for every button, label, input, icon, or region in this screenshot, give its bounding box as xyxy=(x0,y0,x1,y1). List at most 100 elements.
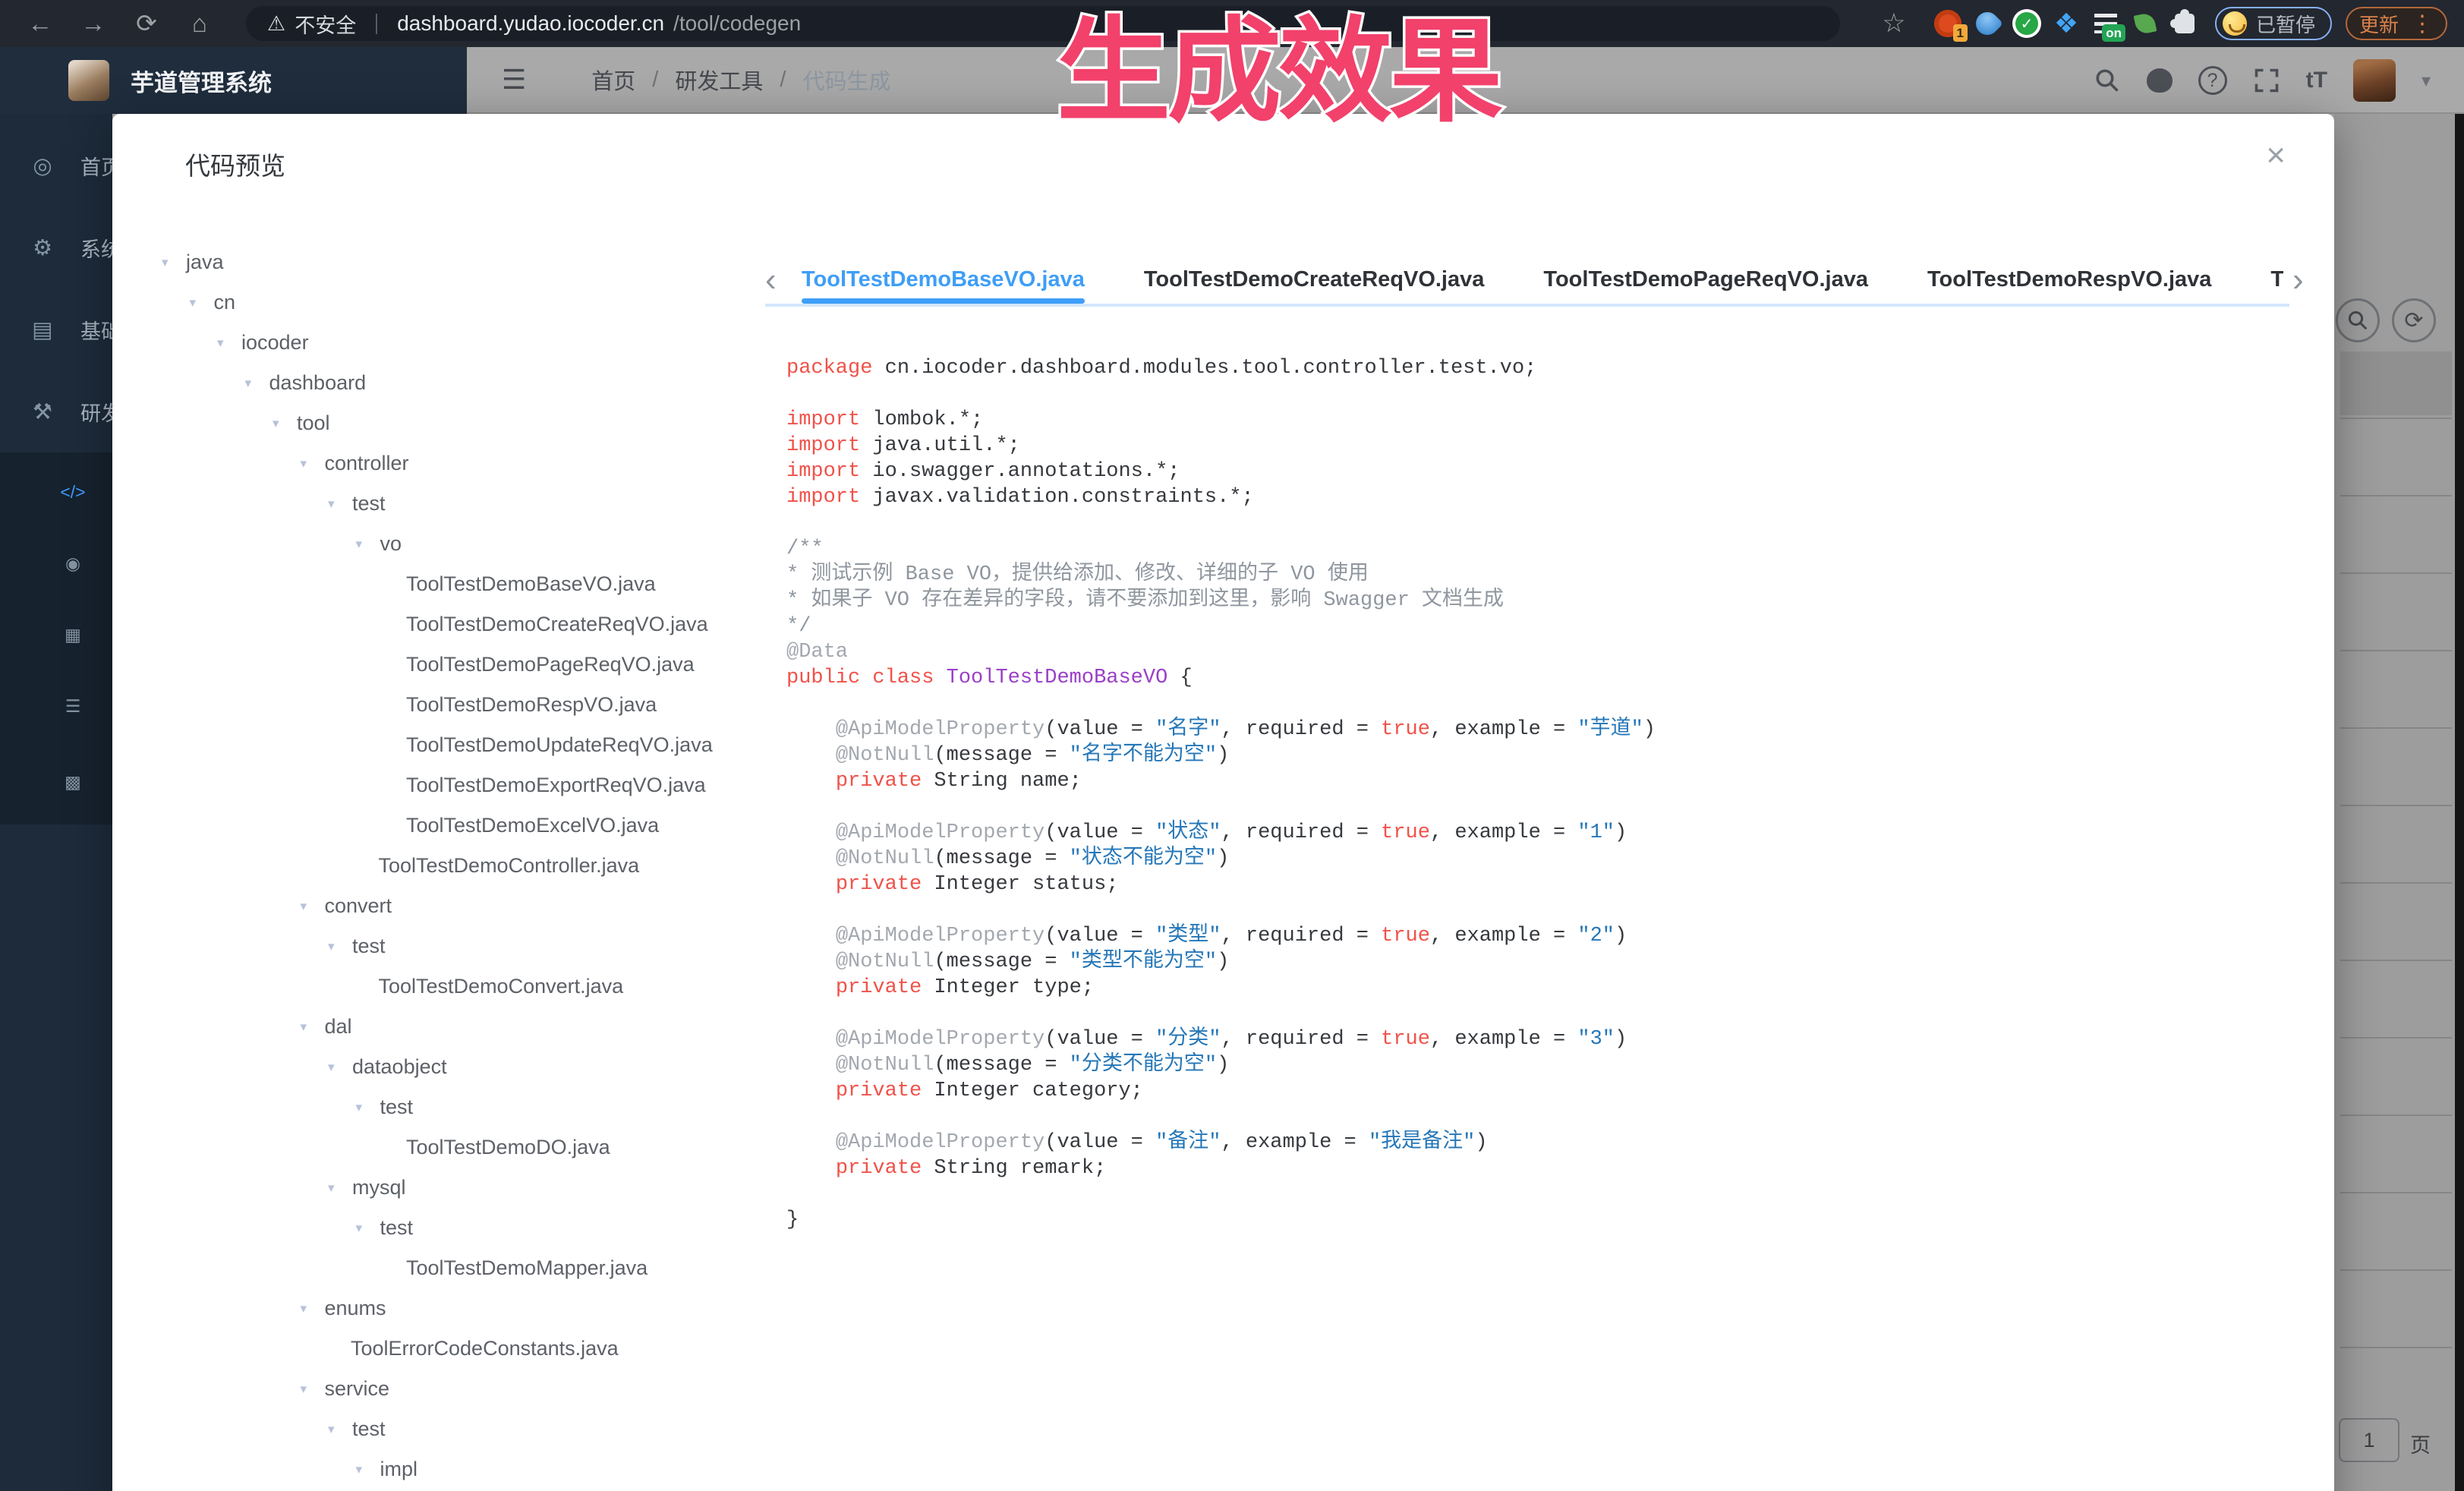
tree-file[interactable]: ToolErrorCodeConstants.java xyxy=(152,1329,797,1369)
tree-dir[interactable]: ▾tool xyxy=(152,403,797,443)
ubuntu-extension-icon[interactable]: 1 xyxy=(1931,7,1965,40)
tree-label: ToolTestDemoDO.java xyxy=(406,1136,610,1159)
diamond-extension-icon[interactable]: ❖ xyxy=(2050,7,2083,40)
caret-down-icon[interactable]: ▾ xyxy=(245,376,269,391)
user-avatar[interactable] xyxy=(2353,59,2396,102)
sidebar-item[interactable]: ⚙系统 xyxy=(0,217,112,278)
tree-file[interactable]: ToolTestDemoController.java xyxy=(152,846,797,886)
caret-down-icon[interactable]: ▾ xyxy=(356,1221,380,1236)
tree-dir[interactable]: ▾dataobject xyxy=(152,1047,797,1087)
sidebar-subitem[interactable]: ▩数 xyxy=(0,752,112,812)
browser-menu-icon[interactable]: ⋮ xyxy=(2411,11,2434,37)
tree-file[interactable]: ToolTestDemoExportReqVO.java xyxy=(152,765,797,805)
tree-file[interactable]: ToolTestDemoPageReqVO.java xyxy=(152,645,797,685)
caret-down-icon[interactable]: ▾ xyxy=(356,537,380,552)
close-icon[interactable]: × xyxy=(2266,137,2286,175)
tabs-prev-icon[interactable]: ‹ xyxy=(765,261,777,299)
github-icon[interactable] xyxy=(2147,68,2173,93)
tree-file[interactable]: ToolTestDemoExcelVO.java xyxy=(152,805,797,846)
caret-down-icon[interactable]: ▾ xyxy=(217,336,241,351)
caret-down-icon[interactable]: ▾ xyxy=(301,1382,325,1397)
tree-file[interactable]: ToolTestDemoConvert.java xyxy=(152,966,797,1007)
tree-dir[interactable]: ▾controller xyxy=(152,443,797,484)
table-search-button[interactable] xyxy=(2336,298,2380,342)
security-label[interactable]: 不安全 xyxy=(295,9,356,39)
avatar-caret-icon[interactable]: ▾ xyxy=(2421,70,2431,92)
caret-down-icon[interactable]: ▾ xyxy=(328,1422,352,1437)
tree-dir[interactable]: ▾test xyxy=(152,926,797,966)
caret-down-icon[interactable]: ▾ xyxy=(301,1301,325,1316)
tree-dir[interactable]: ▾convert xyxy=(152,886,797,926)
tabs-next-icon[interactable]: › xyxy=(2292,261,2304,299)
caret-down-icon[interactable]: ▾ xyxy=(328,496,352,512)
tab-ToolTe[interactable]: ToolTe xyxy=(2270,255,2283,304)
tree-dir[interactable]: ▾dashboard xyxy=(152,363,797,403)
tab-ToolTestDemoBaseVO.java[interactable]: ToolTestDemoBaseVO.java xyxy=(802,255,1085,304)
fullscreen-icon[interactable] xyxy=(2253,67,2280,94)
tree-file[interactable]: ToolTestDemoBaseVO.java xyxy=(152,564,797,604)
tree-dir[interactable]: ▾service xyxy=(152,1369,797,1409)
caret-down-icon[interactable]: ▾ xyxy=(273,416,297,431)
tree-dir[interactable]: ▾iocoder xyxy=(152,323,797,363)
caret-down-icon[interactable]: ▾ xyxy=(301,1020,325,1035)
tree-dir[interactable]: ▾mysql xyxy=(152,1168,797,1208)
tree-dir[interactable]: ▾enums xyxy=(152,1288,797,1329)
tree-dir[interactable]: ▾java xyxy=(152,242,797,282)
sidebar-item[interactable]: ⚒研发 xyxy=(0,381,112,442)
caret-down-icon[interactable]: ▾ xyxy=(301,456,325,471)
font-size-icon[interactable]: tT xyxy=(2306,69,2327,92)
check-extension-icon[interactable]: ✓ xyxy=(2010,7,2043,40)
profile-paused-button[interactable]: 已暂停 xyxy=(2215,7,2332,40)
tree-file[interactable]: ToolTestDemoDO.java xyxy=(152,1127,797,1168)
help-icon[interactable]: ? xyxy=(2198,66,2227,95)
breadcrumb-item[interactable]: 研发工具 xyxy=(675,64,763,96)
tree-dir[interactable]: ▾dal xyxy=(152,1007,797,1047)
tab-ToolTestDemoPageReqVO.java[interactable]: ToolTestDemoPageReqVO.java xyxy=(1543,255,1868,304)
home-icon[interactable]: ⌂ xyxy=(176,0,223,47)
table-refresh-button[interactable]: ⟳ xyxy=(2392,298,2436,342)
tree-file[interactable]: ToolTestDemoMapper.java xyxy=(152,1248,797,1288)
drop-extension-icon[interactable] xyxy=(1971,7,2004,40)
caret-down-icon[interactable]: ▾ xyxy=(162,255,186,270)
sidebar-collapse-icon[interactable]: ☰ xyxy=(502,64,526,96)
tree-dir[interactable]: ▾test xyxy=(152,1409,797,1449)
address-bar[interactable]: ⚠ 不安全 dashboard.yudao.iocoder.cn /tool/c… xyxy=(246,6,1840,41)
leaf-extension-icon[interactable] xyxy=(2128,7,2162,40)
search-icon[interactable] xyxy=(2094,67,2121,94)
monitor-icon: ▤ xyxy=(26,317,59,343)
table-header-block xyxy=(2340,351,2452,415)
tree-dir[interactable]: ▾cn xyxy=(152,282,797,323)
tab-ToolTestDemoCreateReqVO.java[interactable]: ToolTestDemoCreateReqVO.java xyxy=(1144,255,1485,304)
tree-file[interactable]: ToolTestDemoRespVO.java xyxy=(152,685,797,725)
sidebar-subitem[interactable]: ▦表 xyxy=(0,604,112,665)
caret-down-icon[interactable]: ▾ xyxy=(356,1462,380,1477)
caret-down-icon[interactable]: ▾ xyxy=(356,1100,380,1115)
tree-dir[interactable]: ▾impl xyxy=(152,1449,797,1489)
caret-down-icon[interactable]: ▾ xyxy=(328,1060,352,1075)
extensions-puzzle-icon[interactable] xyxy=(2168,7,2201,40)
tree-file[interactable]: ToolTestDemoCreateReqVO.java xyxy=(152,604,797,645)
breadcrumb-item[interactable]: 首页 xyxy=(591,64,635,96)
back-icon[interactable]: ← xyxy=(17,0,64,47)
tree-dir[interactable]: ▾vo xyxy=(152,524,797,564)
tree-file[interactable]: ToolTestDemoUpdateReqVO.java xyxy=(152,725,797,765)
reload-icon[interactable]: ⟳ xyxy=(123,0,170,47)
tab-ToolTestDemoRespVO.java[interactable]: ToolTestDemoRespVO.java xyxy=(1927,255,2211,304)
forward-icon[interactable]: → xyxy=(70,0,117,47)
tree-dir[interactable]: ▾test xyxy=(152,484,797,524)
caret-down-icon[interactable]: ▾ xyxy=(328,1181,352,1196)
sidebar-subitem[interactable]: ◉代 xyxy=(0,533,112,594)
tree-dir[interactable]: ▾test xyxy=(152,1087,797,1127)
sidebar-item[interactable]: ◎首页 xyxy=(0,135,112,196)
sidebar-item[interactable]: ▤基础 xyxy=(0,299,112,360)
sidebar-subitem[interactable]: </>代 xyxy=(0,462,112,522)
caret-down-icon[interactable]: ▾ xyxy=(301,899,325,914)
page-number-input[interactable]: 1 xyxy=(2339,1418,2399,1462)
bookmark-star-icon[interactable]: ☆ xyxy=(1870,0,1917,47)
sidebar-subitem[interactable]: ☰系 xyxy=(0,676,112,736)
tree-dir[interactable]: ▾test xyxy=(152,1208,797,1248)
caret-down-icon[interactable]: ▾ xyxy=(190,295,214,310)
caret-down-icon[interactable]: ▾ xyxy=(328,939,352,954)
browser-update-button[interactable]: 更新 ⋮ xyxy=(2346,7,2447,40)
list-extension-icon[interactable]: on xyxy=(2089,7,2122,40)
